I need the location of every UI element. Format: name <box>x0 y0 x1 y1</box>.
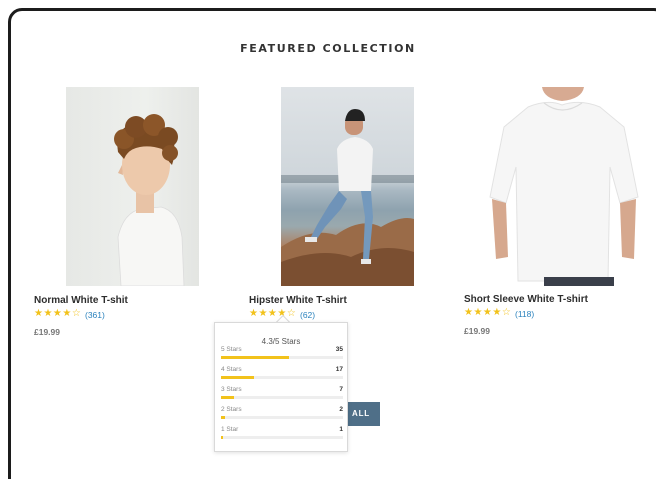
popup-title: 4.3/5 Stars <box>261 337 301 346</box>
star-rating-icon[interactable]: ★★★★☆ <box>464 308 511 318</box>
product-name[interactable]: Normal White T-shit <box>34 295 128 306</box>
product-price: £19.99 <box>464 326 490 336</box>
rating-row-label: 4 Stars <box>221 366 242 373</box>
product-image-normal-white-tshirt[interactable] <box>66 87 199 286</box>
rating-row-1[interactable]: 1 Star 1 <box>221 426 343 444</box>
product-name[interactable]: Short Sleeve White T-shirt <box>464 294 588 305</box>
rating-bar-fill <box>221 416 225 419</box>
rating-row-label: 5 Stars <box>221 346 242 353</box>
rating-row-3[interactable]: 3 Stars 7 <box>221 386 343 404</box>
rating-row-2[interactable]: 2 Stars 2 <box>221 406 343 424</box>
product-price: £19.99 <box>34 327 60 337</box>
rating-bar-track <box>221 416 343 419</box>
rating-bar-fill <box>221 356 290 359</box>
rating-bar-fill <box>221 396 235 399</box>
section-title: FEATURED COLLECTION <box>240 42 416 55</box>
rating-row-label: 3 Stars <box>221 386 242 393</box>
rating-bar-track <box>221 356 343 359</box>
product-photo-2 <box>281 109 414 286</box>
product-image-hipster-white-tshirt[interactable] <box>281 87 414 286</box>
rating-row-count: 17 <box>335 366 343 373</box>
rating-bar-track <box>221 436 343 439</box>
rating-row-5[interactable]: 5 Stars 35 <box>221 346 343 364</box>
rating-row-count: 7 <box>339 386 343 393</box>
rating-row-count: 35 <box>335 346 343 353</box>
rating-row-4[interactable]: 4 Stars 17 <box>221 366 343 384</box>
review-count[interactable]: (361) <box>85 310 105 320</box>
rating-bar-track <box>221 376 343 379</box>
rating-row-label: 2 Stars <box>221 406 242 413</box>
rating-row-count: 1 <box>339 426 343 433</box>
review-count[interactable]: (118) <box>515 309 534 319</box>
rating-bar-fill <box>221 376 254 379</box>
product-photo-1 <box>114 114 185 286</box>
rating-bar-fill <box>221 436 224 439</box>
star-rating-icon[interactable]: ★★★★☆ <box>34 309 81 319</box>
rating-bar-track <box>221 396 343 399</box>
product-name[interactable]: Hipster White T-shirt <box>249 295 347 306</box>
rating-row-label: 1 Star <box>221 426 239 433</box>
rating-row-count: 2 <box>339 406 343 413</box>
product-photo-3 <box>489 87 639 286</box>
review-count[interactable]: (62) <box>300 310 315 320</box>
rating-breakdown-popup: 4.3/5 Stars 5 Stars 35 4 Stars 17 3 Star… <box>214 322 348 452</box>
product-image-short-sleeve-white-tshirt[interactable] <box>488 87 640 286</box>
star-rating-icon[interactable]: ★★★★☆ <box>249 309 296 319</box>
